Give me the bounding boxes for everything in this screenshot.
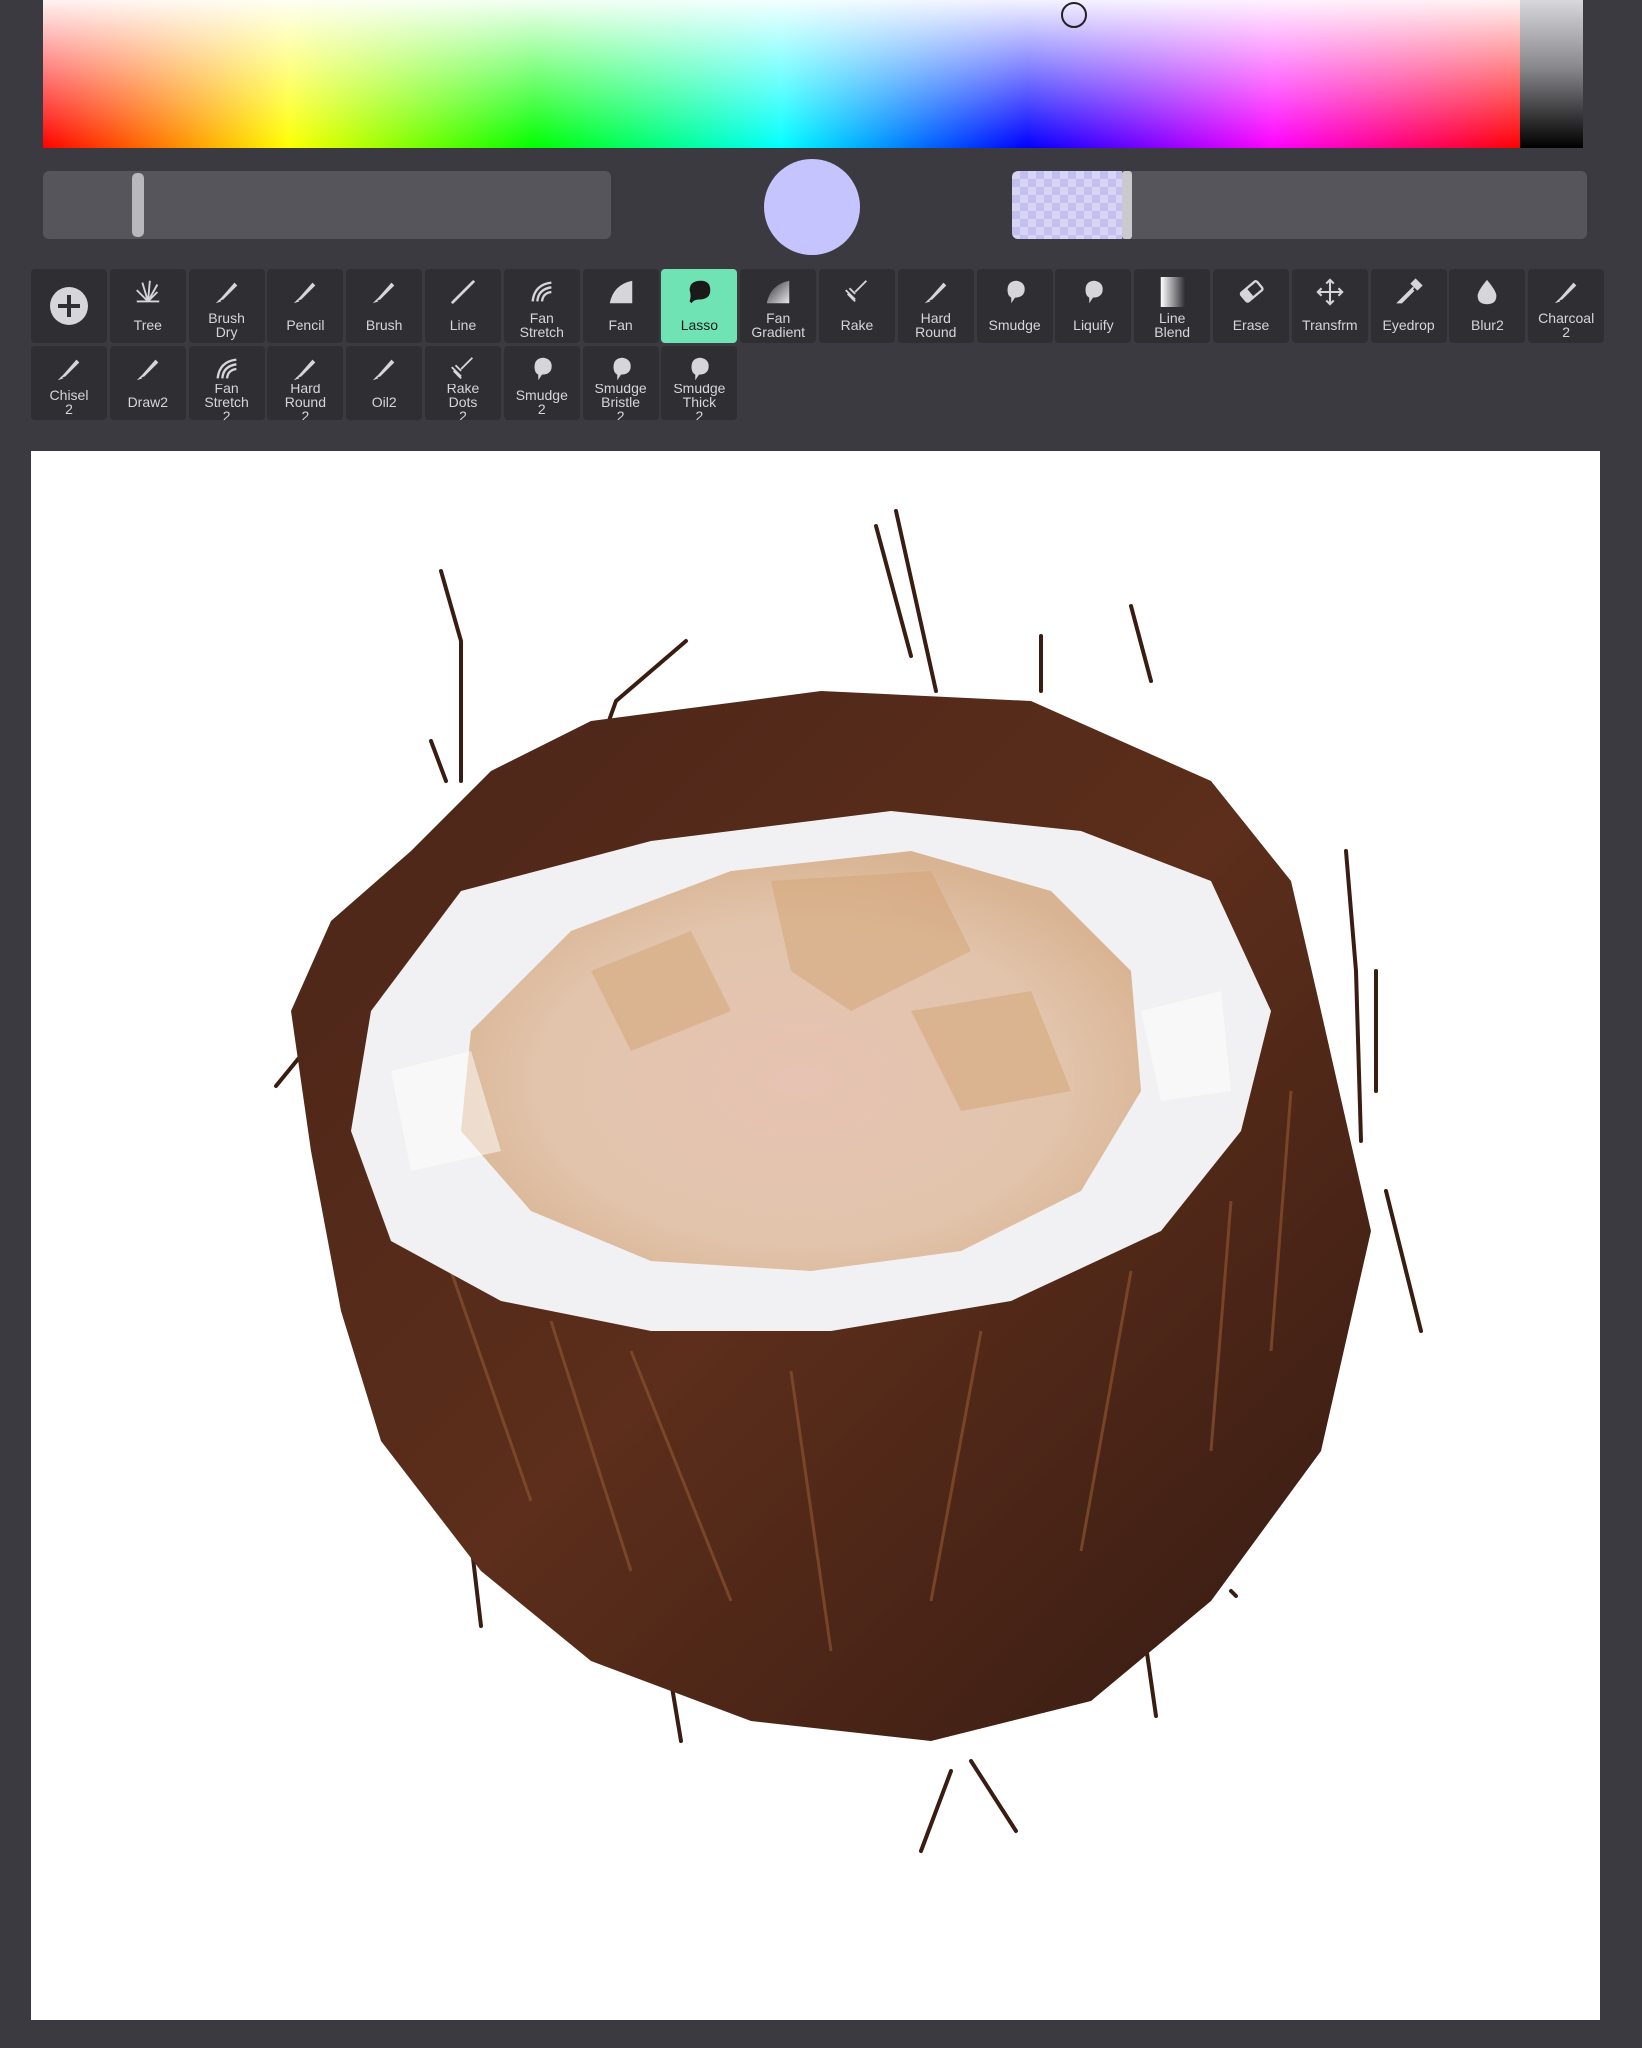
brightness-strip[interactable] [1520, 0, 1583, 148]
brush-icon [924, 282, 947, 304]
tool-label: Transfrm [1302, 317, 1358, 333]
tool-label: Smudge 2 [515, 387, 568, 417]
tool-label: Charcoal 2 [1538, 310, 1595, 340]
tool-tree[interactable]: Tree [109, 269, 186, 343]
brush-icon [57, 359, 80, 381]
tool-label: Brush [365, 317, 403, 333]
smudge-icon [1085, 280, 1104, 304]
brush-icon [372, 282, 395, 304]
fan-stretch-icon [531, 281, 552, 302]
tool-label: Fan Stretch 2 [204, 384, 249, 420]
brush-icon [372, 359, 395, 381]
tool-brush-dry[interactable]: Brush Dry [188, 269, 265, 343]
drawing-canvas[interactable] [31, 451, 1600, 2020]
tool-smudge-bristle-2[interactable]: Smudge Bristle 2 [582, 346, 659, 420]
tool-hard-round-2[interactable]: Hard Round 2 [267, 346, 344, 420]
tool-fan-stretch-2[interactable]: Fan Stretch 2 [188, 346, 265, 420]
tool-smudge-thick-2[interactable]: Smudge Thick 2 [661, 346, 738, 420]
spectrum-picker-cursor[interactable] [1061, 2, 1087, 28]
coconut-painting [274, 509, 1423, 1853]
tool-label: Rake Dots 2 [446, 384, 480, 420]
lasso-icon [690, 280, 711, 304]
tool-label: Rake [840, 317, 874, 333]
smudge-icon [691, 357, 710, 381]
tool-label: Draw2 [127, 394, 169, 410]
fan-stretch-icon [216, 358, 237, 379]
tool-label: Eyedrop [1382, 317, 1435, 333]
fan-icon [609, 280, 632, 304]
tool-oil2[interactable]: Oil2 [346, 346, 423, 420]
current-color-swatch[interactable] [764, 159, 860, 255]
tool-label: Pencil [286, 317, 325, 333]
tool-chisel-2[interactable]: Chisel 2 [31, 346, 107, 420]
tool-smudge[interactable]: Smudge [976, 269, 1053, 343]
brush-icon [294, 359, 316, 381]
rake-icon [451, 357, 474, 380]
fan-gradient-icon [766, 280, 790, 304]
tool-label: Smudge Thick 2 [673, 384, 726, 420]
brush-opacity-slider[interactable] [1012, 171, 1587, 239]
tool-rake[interactable]: Rake [819, 269, 895, 343]
tool-erase[interactable]: Erase [1213, 269, 1289, 343]
brush-icon [215, 282, 237, 304]
tool-pencil[interactable]: Pencil [267, 269, 344, 343]
eraser-icon [1239, 280, 1264, 303]
hue-saturation-spectrum[interactable] [43, 0, 1520, 148]
tool-line-blend[interactable]: Line Blend [1134, 269, 1211, 343]
blur-drop-icon [1478, 279, 1497, 305]
tool-label: Chisel 2 [49, 387, 89, 417]
brush-icon [294, 282, 316, 304]
tool-label: Tree [133, 317, 162, 333]
tool-label: Line Blend [1154, 310, 1191, 340]
tool-hard-round[interactable]: Hard Round [897, 269, 974, 343]
brush-icon [1554, 282, 1577, 304]
tool-label: Hard Round [915, 310, 957, 340]
tool-charcoal-2[interactable]: Charcoal 2 [1528, 269, 1605, 343]
tool-label: Line [449, 317, 477, 333]
brush-size-slider[interactable] [43, 171, 611, 239]
tool-draw2[interactable]: Draw2 [109, 346, 186, 420]
smudge-icon [613, 357, 631, 381]
line-icon [451, 280, 475, 304]
tool-fan[interactable]: Fan [582, 269, 659, 343]
smudge-icon [1007, 280, 1025, 304]
tool-lasso[interactable]: Lasso [661, 269, 738, 343]
brush-icon [136, 359, 159, 381]
tool-transfrm[interactable]: Transfrm [1291, 269, 1368, 343]
tool-label: Fan [608, 317, 633, 333]
tree-brush-icon [135, 280, 160, 303]
tool-label: Oil2 [371, 394, 397, 410]
opacity-slider-fill [1012, 171, 1122, 239]
tool-label: Brush Dry [208, 310, 245, 340]
tool-label: Fan Gradient [751, 310, 806, 340]
tool-label: Fan Stretch [519, 310, 564, 340]
tool-smudge-2[interactable]: Smudge 2 [503, 346, 580, 420]
smudge-icon [534, 357, 552, 381]
add-brush-button[interactable] [31, 269, 107, 343]
tool-label: Smudge Bristle 2 [594, 384, 647, 420]
tool-eyedrop[interactable]: Eyedrop [1370, 269, 1447, 343]
line-blend-icon [1160, 277, 1186, 307]
plus-circle-icon [50, 287, 88, 325]
tool-blur2[interactable]: Blur2 [1449, 269, 1526, 343]
tool-label: Blur2 [1471, 317, 1504, 333]
transform-icon [1316, 278, 1344, 306]
opacity-slider-thumb[interactable] [1122, 171, 1132, 239]
tool-label: Liquify [1073, 317, 1114, 333]
rake-icon [845, 280, 868, 303]
tool-fan-gradient[interactable]: Fan Gradient [740, 269, 817, 343]
tool-liquify[interactable]: Liquify [1055, 269, 1132, 343]
tool-fan-stretch[interactable]: Fan Stretch [503, 269, 580, 343]
tool-label: Lasso [680, 317, 719, 333]
tool-label: Hard Round 2 [284, 384, 327, 420]
eyedropper-icon [1395, 278, 1423, 304]
brush-size-slider-thumb[interactable] [132, 173, 144, 237]
tool-line[interactable]: Line [425, 269, 501, 343]
tool-brush[interactable]: Brush [346, 269, 423, 343]
tool-rake-dots-2[interactable]: Rake Dots 2 [425, 346, 501, 420]
tool-label: Erase [1232, 317, 1270, 333]
tool-label: Smudge [988, 317, 1041, 333]
